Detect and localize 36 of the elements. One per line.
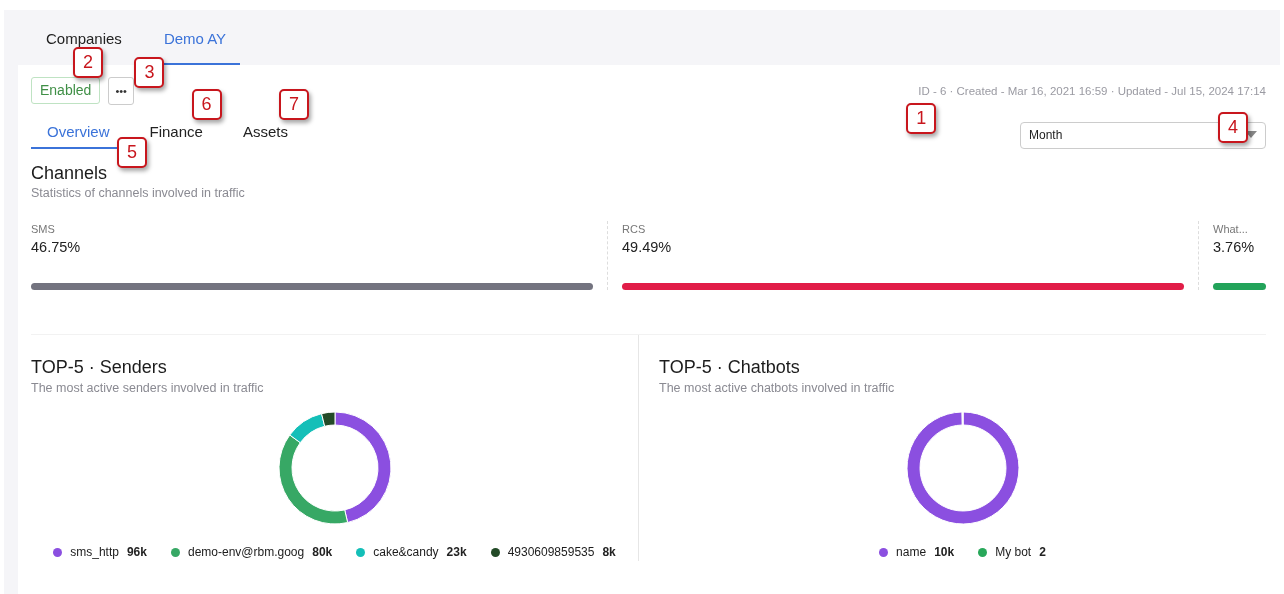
channel-share: 49.49%: [622, 238, 673, 258]
channel-share: 46.75%: [31, 238, 82, 258]
channel-name: RCS: [622, 221, 647, 237]
legend-value: 2: [1039, 544, 1046, 562]
tab[interactable]: Assets: [226, 119, 304, 149]
callout-marker: 6: [191, 89, 222, 120]
legend-value: 23k: [446, 544, 467, 562]
status-button[interactable]: Enabled: [31, 77, 101, 104]
legend-value: 96k: [126, 544, 147, 562]
section-subtitle: Statistics of channels involved in traffic: [31, 185, 246, 203]
legend-label: name: [896, 544, 927, 562]
legend-label: 4930609859535: [507, 544, 595, 562]
panel-subtitle: The most active chatbots involved in traffic: [659, 379, 896, 397]
legend-label: demo-env@rbm.goog: [187, 544, 305, 562]
callout-marker: 2: [73, 47, 103, 78]
legend-value: 8k: [602, 544, 616, 562]
meta-info: ID - 6 · Created - Mar 16, 2021 16:59 · Updated - Jul 15, 2024 17:14: [918, 84, 1266, 99]
callout-marker: 1: [906, 103, 937, 134]
more-button[interactable]: •••: [108, 77, 134, 105]
panel-title: TOP-5 · Chatbots: [659, 357, 801, 379]
channel-name: What...: [1213, 221, 1249, 237]
callout-marker: 5: [117, 137, 147, 168]
channel-name: SMS: [31, 221, 56, 237]
legend-value: 10k: [934, 544, 955, 562]
legend-label: cake&candy: [373, 544, 439, 562]
legend-label: sms_http: [70, 544, 119, 562]
panel-subtitle: The most active senders involved in traffic: [31, 379, 265, 397]
callout-marker: 7: [278, 89, 309, 120]
panel-title: TOP-5 · Senders: [31, 357, 168, 379]
period-value: Month: [1029, 127, 1063, 144]
channel-share: 3.76%: [1213, 238, 1256, 258]
legend-label: My bot: [995, 544, 1032, 562]
callout-marker: 4: [1218, 111, 1248, 143]
legend-value: 80k: [312, 544, 333, 562]
section-title: Channels: [31, 162, 109, 185]
callout-marker: 3: [134, 57, 165, 88]
